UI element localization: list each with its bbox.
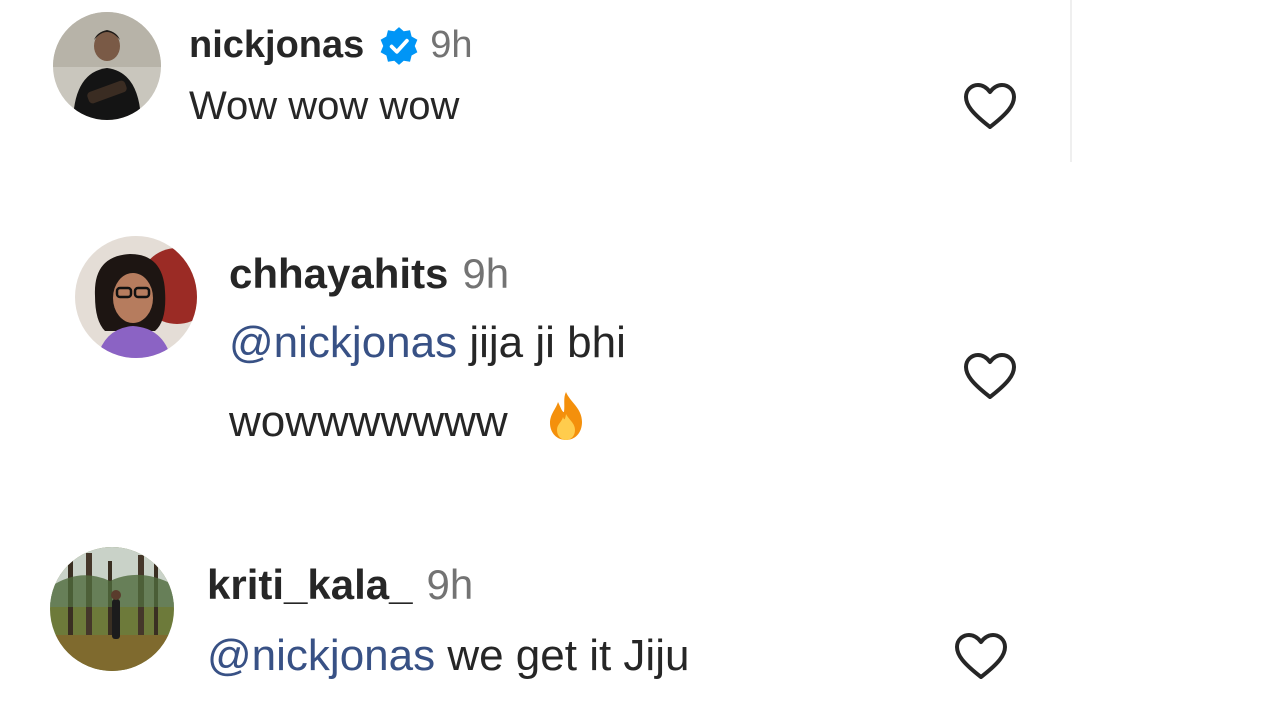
timestamp-link[interactable]: 9h (462, 250, 509, 298)
like-button[interactable] (953, 632, 1009, 682)
timestamp-link[interactable]: 9h (427, 561, 474, 609)
comment-text-part: wowwwwwww (229, 397, 508, 446)
mention-link[interactable]: @nickjonas (229, 318, 457, 367)
like-button[interactable] (962, 82, 1018, 132)
verified-badge-icon (378, 25, 420, 67)
fire-emoji-icon (544, 390, 588, 442)
user-avatar-photo-icon (53, 12, 161, 120)
comment-text-part: we get it Jiju (435, 631, 690, 680)
comment-text: @nickjonas we get it Jiju (207, 631, 689, 681)
username-link[interactable]: chhayahits (229, 250, 448, 298)
user-avatar-photo-icon (50, 547, 174, 671)
user-avatar-photo-icon (75, 236, 197, 358)
avatar[interactable] (53, 12, 161, 120)
avatar[interactable] (50, 547, 174, 671)
comment-text-part: jija ji bhi (457, 318, 626, 367)
heart-outline-icon (964, 353, 1016, 399)
panel-divider (1070, 0, 1072, 162)
comment-text: @nickjonas jija ji bhi (229, 318, 626, 368)
like-button[interactable] (962, 352, 1018, 402)
comment-text: Wow wow wow (189, 84, 460, 128)
avatar[interactable] (75, 236, 197, 358)
heart-outline-icon (955, 633, 1007, 679)
username-link[interactable]: nickjonas (189, 24, 364, 67)
heart-outline-icon (964, 83, 1016, 129)
timestamp-link[interactable]: 9h (430, 24, 472, 67)
comment-text-line: wowwwwwww (229, 390, 588, 447)
username-link[interactable]: kriti_kala_ (207, 561, 413, 609)
mention-link[interactable]: @nickjonas (207, 631, 435, 680)
